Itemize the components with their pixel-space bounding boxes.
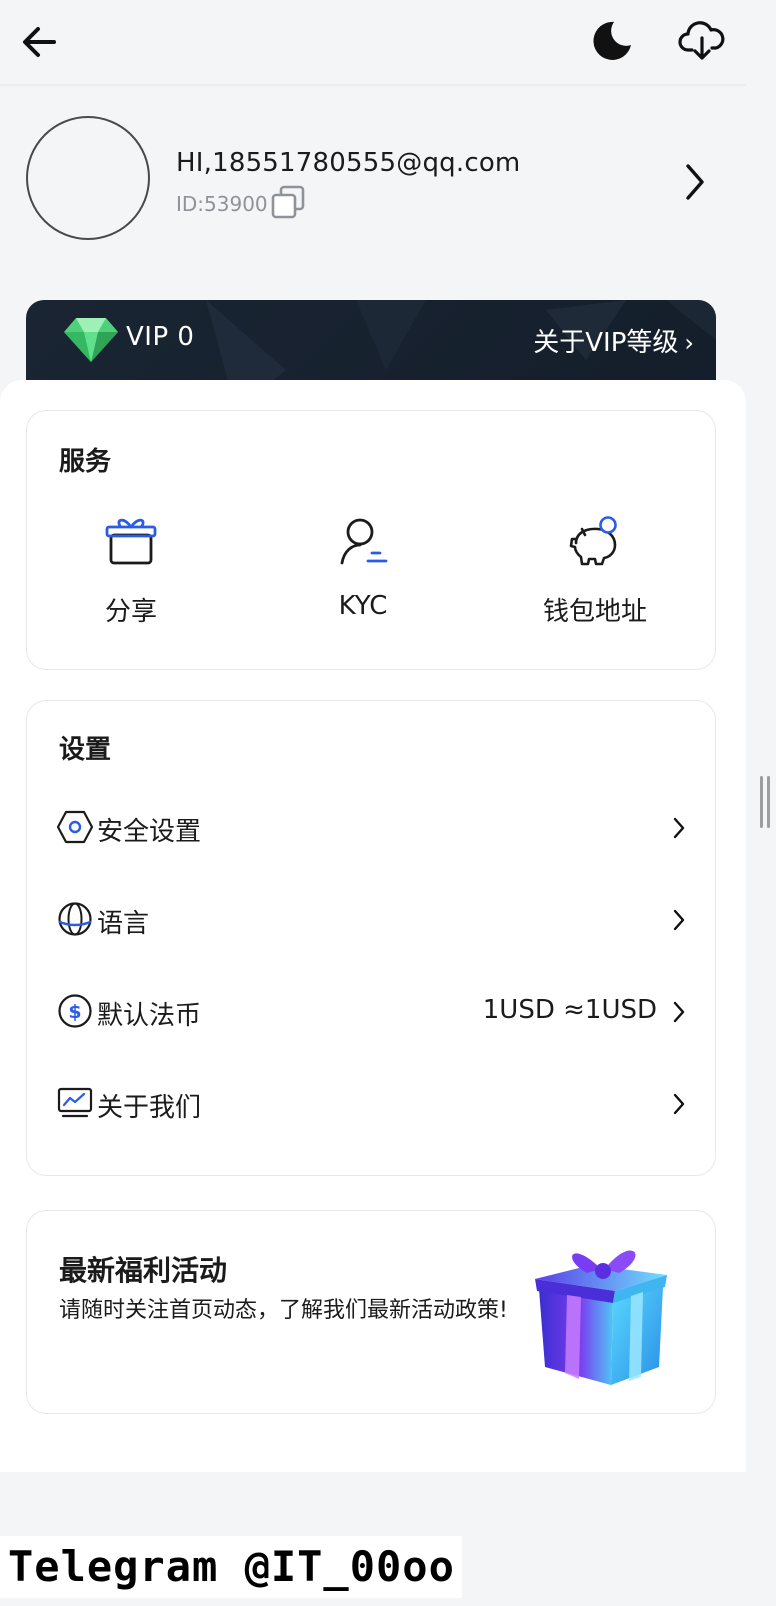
- services-card: 服务 分享 KYC 钱包地址: [26, 410, 716, 670]
- settings-item-about-us[interactable]: 关于我们: [57, 1073, 687, 1133]
- services-title: 服务: [59, 447, 112, 477]
- gift-icon: [105, 518, 157, 565]
- svg-text:$: $: [68, 1001, 81, 1023]
- settings-title: 设置: [59, 735, 112, 765]
- app-screen: HI,18551780555@qq.com ID:53900 VIP 0 关于V…: [0, 0, 770, 1472]
- service-label: 分享: [104, 597, 157, 627]
- moon-icon[interactable]: [588, 18, 634, 64]
- service-share[interactable]: 分享: [31, 515, 231, 645]
- user-verify-icon: [340, 518, 388, 565]
- arrow-left-icon[interactable]: [20, 22, 60, 62]
- copy-icon[interactable]: [270, 184, 306, 220]
- piggy-bank-icon: [569, 516, 617, 566]
- settings-item-security[interactable]: 安全设置: [57, 797, 687, 857]
- settings-item-currency[interactable]: $ 默认法币 1USD ≈1USD: [57, 981, 687, 1041]
- settings-card: 设置 安全设置 语言 $ 默认法币 1USD ≈1USD 关于我们: [26, 700, 716, 1176]
- service-label: 钱包地址: [542, 597, 647, 627]
- globe-icon: [58, 902, 92, 936]
- avatar: [26, 116, 150, 240]
- user-id: ID:53900: [176, 192, 268, 216]
- vip-level: VIP 0: [126, 322, 195, 352]
- diamond-icon: [64, 318, 118, 362]
- chevron-right-icon: ›: [684, 329, 694, 357]
- shield-hexagon-icon: [57, 810, 93, 844]
- monitor-chart-icon: [57, 1087, 93, 1118]
- promo-card[interactable]: 最新福利活动 请随时关注首页动态，了解我们最新活动政策!: [26, 1210, 716, 1414]
- watermark: Telegram @IT_00oo: [0, 1536, 462, 1598]
- scrollbar-handle[interactable]: [760, 776, 772, 828]
- settings-item-language[interactable]: 语言: [57, 889, 687, 949]
- user-greeting: HI,18551780555@qq.com: [176, 148, 521, 178]
- service-wallet-address[interactable]: 钱包地址: [495, 515, 695, 645]
- service-label: KYC: [338, 591, 388, 621]
- chevron-right-icon: [673, 1001, 685, 1023]
- promo-description: 请随时关注首页动态，了解我们最新活动政策!: [59, 1298, 508, 1323]
- service-kyc[interactable]: KYC: [263, 515, 463, 645]
- settings-item-label: 安全设置: [97, 817, 202, 847]
- profile-card[interactable]: HI,18551780555@qq.com ID:53900: [0, 110, 746, 250]
- about-vip-link[interactable]: 关于VIP等级 ›: [533, 322, 694, 359]
- about-vip-label: 关于VIP等级: [533, 328, 679, 358]
- top-bar: [0, 0, 746, 86]
- cloud-download-icon[interactable]: [678, 18, 726, 64]
- settings-item-label: 语言: [97, 909, 150, 939]
- header-divider: [0, 84, 746, 86]
- chevron-right-icon: [673, 1093, 685, 1115]
- dollar-icon: $: [58, 994, 92, 1028]
- watermark-text: Telegram @IT_00oo: [8, 1542, 455, 1591]
- promo-title: 最新福利活动: [59, 1254, 228, 1287]
- settings-item-label: 默认法币: [97, 1001, 202, 1031]
- chevron-right-icon[interactable]: [682, 162, 708, 202]
- currency-value: 1USD ≈1USD: [482, 995, 657, 1025]
- chevron-right-icon: [673, 909, 685, 931]
- settings-item-label: 关于我们: [97, 1093, 202, 1123]
- gift-box-icon: [535, 1250, 667, 1385]
- chevron-right-icon: [673, 817, 685, 839]
